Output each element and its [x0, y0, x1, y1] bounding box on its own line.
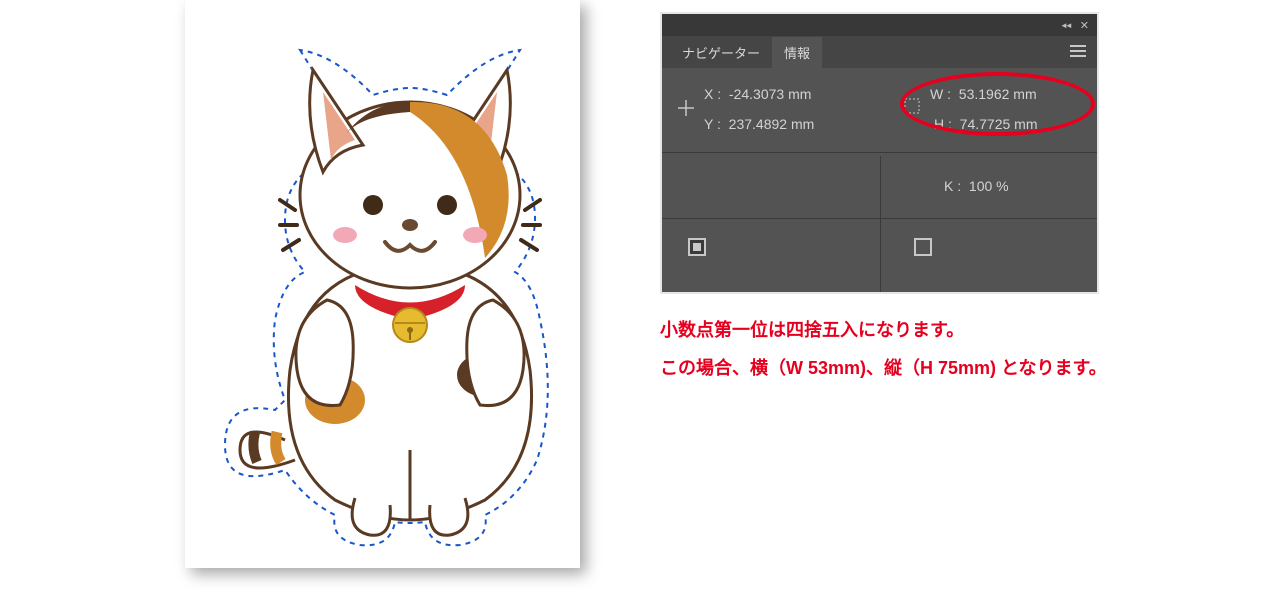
x-readout: X : -24.3073 mm — [704, 86, 811, 102]
panel-collapse-icon[interactable]: ◄◄ — [1060, 21, 1070, 30]
x-value: -24.3073 mm — [729, 86, 811, 102]
w-readout: W : 53.1962 mm — [930, 86, 1037, 102]
panel-close-icon[interactable]: ✕ — [1080, 19, 1089, 32]
artwork-canvas — [185, 0, 580, 568]
tab-navigator[interactable]: ナビゲーター — [670, 37, 772, 68]
y-readout: Y : 237.4892 mm — [704, 116, 814, 132]
h-readout: H : 74.7725 mm — [934, 116, 1038, 132]
y-value: 237.4892 mm — [729, 116, 815, 132]
panel-titlebar: ◄◄ ✕ — [662, 14, 1097, 36]
w-label: W : — [930, 86, 951, 102]
y-label: Y : — [704, 116, 721, 132]
panel-body: X : -24.3073 mm Y : 237.4892 mm W : 53.1… — [662, 68, 1097, 292]
w-value: 53.1962 mm — [959, 86, 1037, 102]
caption: 小数点第一位は四捨五入になります。 この場合、横（W 53mm)、縦（H 75m… — [660, 312, 1107, 388]
h-value: 74.7725 mm — [960, 116, 1038, 132]
panel-tabs: ナビゲーター 情報 — [662, 36, 1097, 68]
k-value: 100 % — [969, 178, 1009, 194]
cursor-position-icon — [678, 100, 694, 119]
tab-info[interactable]: 情報 — [772, 37, 822, 68]
caption-line1: 小数点第一位は四捨五入になります。 — [660, 312, 1107, 350]
h-label: H : — [934, 116, 952, 132]
x-label: X : — [704, 86, 721, 102]
bounds-icon — [904, 98, 920, 117]
panel-menu-icon[interactable] — [1069, 44, 1087, 58]
caption-line2: この場合、横（W 53mm)、縦（H 75mm) となります。 — [660, 350, 1107, 388]
stroke-swatch-icon[interactable] — [914, 238, 932, 256]
cat-illustration — [185, 0, 580, 568]
fill-swatch-icon[interactable] — [688, 238, 706, 256]
k-label: K : — [944, 178, 961, 194]
k-readout: K : 100 % — [944, 178, 1009, 194]
info-panel: ◄◄ ✕ ナビゲーター 情報 X : -24.3073 mm Y : 237.4… — [660, 12, 1099, 294]
